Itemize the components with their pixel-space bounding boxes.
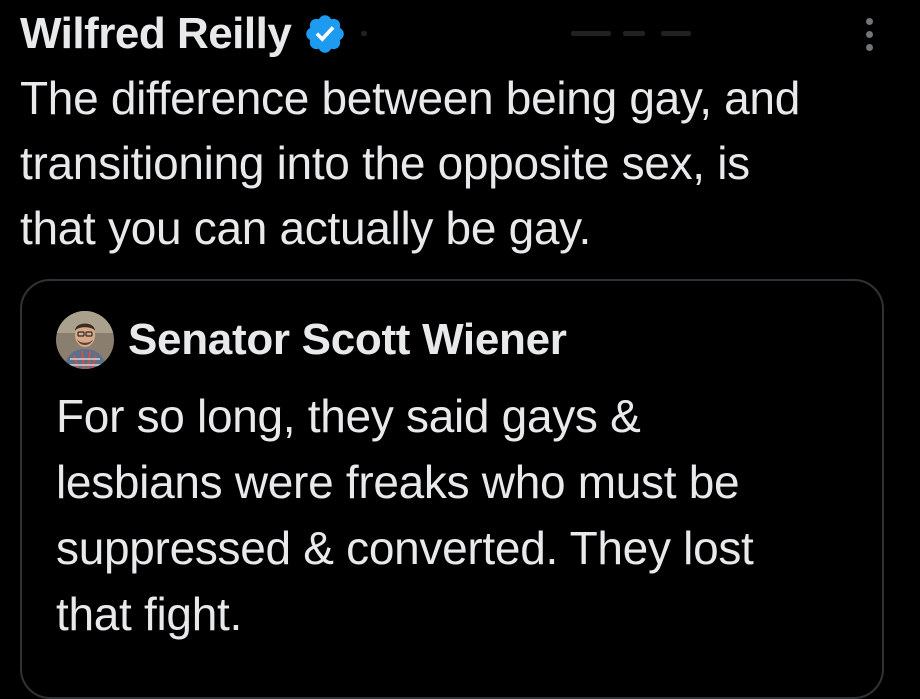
verified-badge-icon <box>306 15 345 53</box>
avatar-image <box>56 311 114 369</box>
quoted-author-name[interactable]: Senator Scott Wiener <box>128 315 567 365</box>
tweet-text: The difference between being gay, and tr… <box>20 72 800 254</box>
quoted-tweet-text: For so long, they said gays & lesbians w… <box>56 390 754 640</box>
tweet[interactable]: Wilfred Reilly The difference between be… <box>0 0 920 699</box>
quoted-tweet-header: Senator Scott Wiener <box>56 311 567 369</box>
author-name[interactable]: Wilfred Reilly <box>20 9 292 59</box>
redacted-handle <box>361 25 741 43</box>
quoted-tweet[interactable]: Senator Scott Wiener For so long, they s… <box>20 279 884 699</box>
tweet-header: Wilfred Reilly <box>20 4 900 64</box>
avatar[interactable] <box>56 311 114 369</box>
more-options-icon[interactable] <box>864 18 874 58</box>
